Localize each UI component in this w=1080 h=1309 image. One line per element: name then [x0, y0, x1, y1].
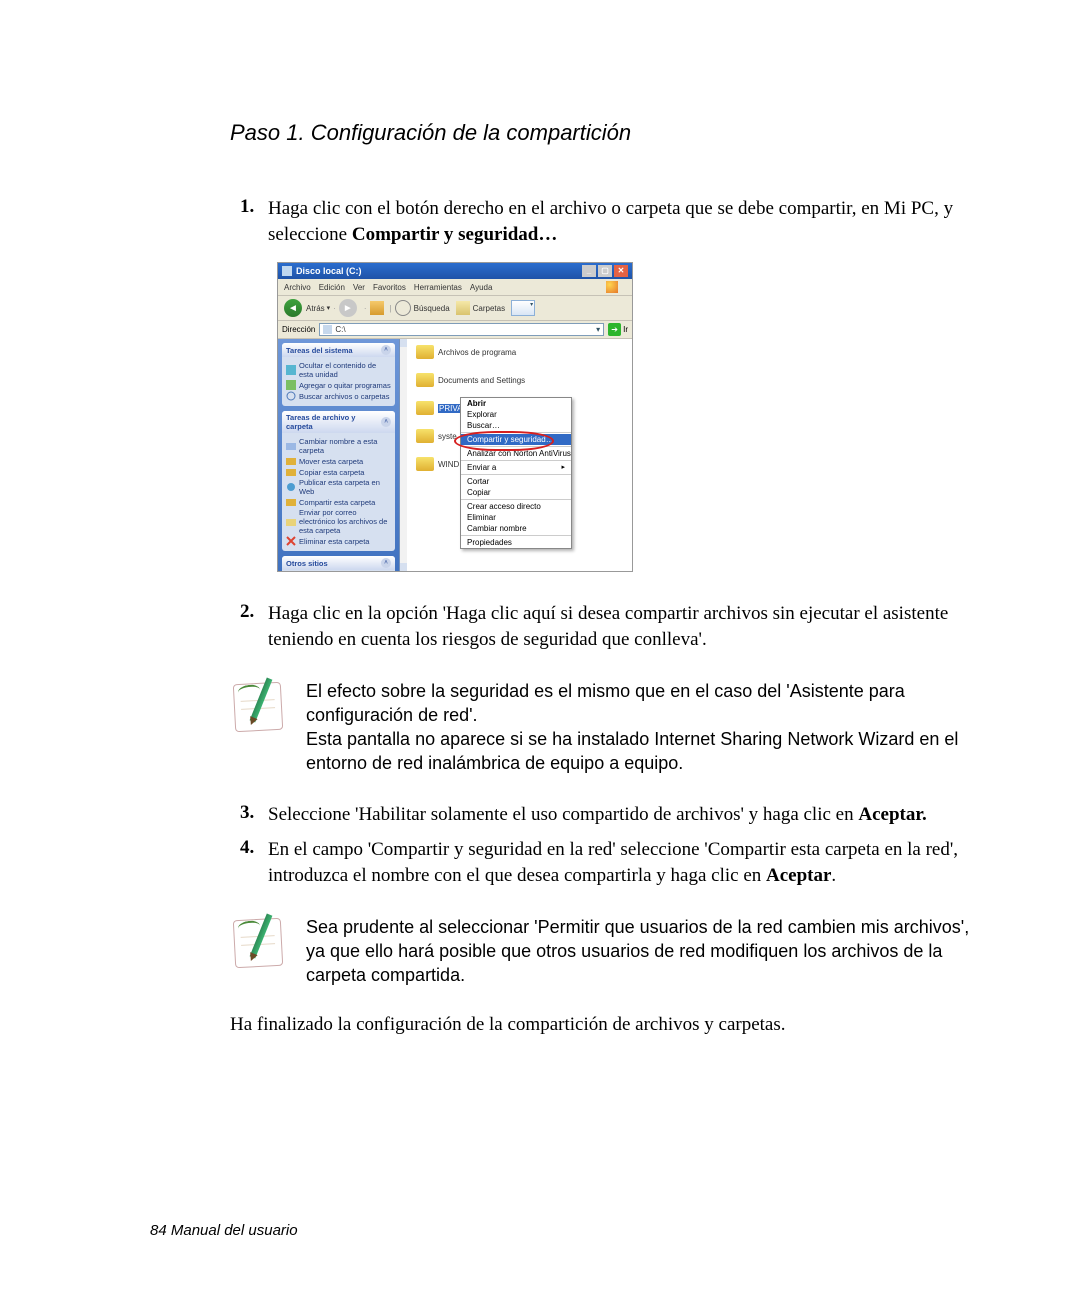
step-text: Haga clic con el botón derecho en el arc… — [268, 196, 970, 247]
note-paragraph: Sea prudente al seleccionar 'Permitir qu… — [306, 915, 970, 988]
collapse-icon[interactable]: ˄ — [381, 345, 391, 355]
red-highlight — [454, 431, 554, 451]
search-label: Búsqueda — [414, 304, 450, 313]
address-input[interactable]: C:\ ▾ — [319, 323, 604, 336]
titlebar: Disco local (C:) _ ▢ ✕ — [278, 263, 632, 279]
folder-icon — [416, 429, 434, 443]
step-number: 4. — [240, 837, 268, 888]
file-list-area: Archivos de programa Documents and Setti… — [400, 339, 632, 571]
panel-system-tasks[interactable]: Tareas del sistema˄ — [282, 343, 395, 357]
back-dropdown[interactable]: ▾ — [327, 304, 331, 312]
step-text: Seleccione 'Habilitar solamente el uso c… — [268, 802, 970, 828]
toolbar: ◄ Atrás ▾ · ► · | Búsqueda Carpetas — [278, 296, 632, 321]
back-button[interactable]: ◄ — [284, 299, 302, 317]
task-rename[interactable]: Cambiar nombre a esta carpeta — [286, 437, 391, 455]
menu-edicion[interactable]: Edición — [319, 283, 345, 292]
folders-icon[interactable] — [456, 301, 470, 315]
task-search-files[interactable]: Buscar archivos o carpetas — [286, 391, 391, 401]
tasks-sidebar: Tareas del sistema˄ Ocultar el contenido… — [278, 339, 400, 571]
folders-label: Carpetas — [473, 304, 505, 313]
panel-other-places[interactable]: Otros sitios˄ — [282, 556, 395, 570]
note-icon — [230, 915, 286, 971]
task-share[interactable]: Compartir esta carpeta — [286, 497, 391, 507]
menu-archivo[interactable]: Archivo — [284, 283, 311, 292]
collapse-icon[interactable]: ˄ — [381, 417, 391, 427]
task-copy[interactable]: Copiar esta carpeta — [286, 467, 391, 477]
window-title: Disco local (C:) — [296, 266, 362, 276]
ctx-cortar[interactable]: Cortar — [461, 476, 571, 487]
bold-text: Compartir y seguridad… — [352, 224, 557, 245]
ctx-abrir[interactable]: Abrir — [461, 398, 571, 409]
ctx-explorar[interactable]: Explorar — [461, 409, 571, 420]
step-text: En el campo 'Compartir y seguridad en la… — [268, 837, 970, 888]
step-4: 4. En el campo 'Compartir y seguridad en… — [240, 837, 970, 888]
go-label: Ir — [623, 325, 628, 334]
task-move[interactable]: Mover esta carpeta — [286, 456, 391, 466]
drive-icon — [323, 325, 332, 334]
forward-button[interactable]: ► — [339, 299, 357, 317]
folder-icon — [416, 373, 434, 387]
collapse-icon[interactable]: ˄ — [381, 558, 391, 568]
ctx-enviar-a[interactable]: Enviar a — [461, 462, 571, 473]
folder-item[interactable]: Documents and Settings — [416, 373, 525, 387]
menubar: Archivo Edición Ver Favoritos Herramient… — [278, 279, 632, 296]
ctx-propiedades[interactable]: Propiedades — [461, 537, 571, 548]
task-email[interactable]: Enviar por correo electrónico los archiv… — [286, 508, 391, 535]
folder-icon — [416, 345, 434, 359]
ctx-eliminar[interactable]: Eliminar — [461, 512, 571, 523]
ctx-crear-acceso[interactable]: Crear acceso directo — [461, 501, 571, 512]
closing-text: Ha finalizado la configuración de la com… — [230, 1014, 970, 1036]
step-text: Haga clic en la opción 'Haga clic aquí s… — [268, 601, 970, 652]
step-3: 3. Seleccione 'Habilitar solamente el us… — [240, 802, 970, 828]
step-number: 3. — [240, 802, 268, 828]
menu-ayuda[interactable]: Ayuda — [470, 283, 493, 292]
note-text: El efecto sobre la seguridad es el mismo… — [306, 679, 970, 776]
note-paragraph: Esta pantalla no aparece si se ha instal… — [306, 727, 970, 776]
minimize-button[interactable]: _ — [582, 265, 596, 277]
menu-favoritos[interactable]: Favoritos — [373, 283, 406, 292]
section-heading: Paso 1. Configuración de la compartición — [230, 120, 970, 146]
folder-item-selected[interactable]: PRIVA — [416, 401, 463, 415]
context-menu: Abrir Explorar Buscar… Compartir y segur… — [460, 397, 572, 549]
drive-icon — [282, 266, 292, 276]
scrollbar[interactable] — [400, 339, 407, 571]
task-add-remove[interactable]: Agregar o quitar programas — [286, 380, 391, 390]
note-block-1: El efecto sobre la seguridad es el mismo… — [230, 679, 970, 776]
go-button[interactable]: ➔ — [608, 323, 621, 336]
menu-ver[interactable]: Ver — [353, 283, 365, 292]
address-bar: Dirección C:\ ▾ ➔ Ir — [278, 321, 632, 339]
xp-logo-icon — [606, 281, 618, 293]
folder-item[interactable]: Archivos de programa — [416, 345, 516, 359]
step-number: 2. — [240, 601, 268, 652]
folder-item[interactable]: syste — [416, 429, 457, 443]
step-2: 2. Haga clic en la opción 'Haga clic aqu… — [240, 601, 970, 652]
folder-icon — [416, 457, 434, 471]
note-icon — [230, 679, 286, 735]
ctx-buscar[interactable]: Buscar… — [461, 420, 571, 431]
page-footer: 84 Manual del usuario — [150, 1222, 298, 1239]
address-value: C:\ — [335, 325, 345, 334]
search-icon[interactable] — [395, 300, 411, 316]
back-label: Atrás — [306, 304, 325, 313]
ctx-copiar[interactable]: Copiar — [461, 487, 571, 498]
up-button[interactable] — [370, 301, 384, 315]
task-publish[interactable]: Publicar esta carpeta en Web — [286, 478, 391, 496]
address-label: Dirección — [282, 325, 315, 334]
close-button[interactable]: ✕ — [614, 265, 628, 277]
menu-herramientas[interactable]: Herramientas — [414, 283, 462, 292]
note-text: Sea prudente al seleccionar 'Permitir qu… — [306, 915, 970, 988]
step-1: 1. Haga clic con el botón derecho en el … — [240, 196, 970, 247]
folder-item[interactable]: WIND — [416, 457, 459, 471]
panel-file-tasks[interactable]: Tareas de archivo y carpeta˄ — [282, 411, 395, 433]
task-delete[interactable]: Eliminar esta carpeta — [286, 536, 391, 546]
note-paragraph: El efecto sobre la seguridad es el mismo… — [306, 679, 970, 728]
step-number: 1. — [240, 196, 268, 247]
views-button[interactable] — [511, 300, 535, 316]
task-hide-contents[interactable]: Ocultar el contenido de esta unidad — [286, 361, 391, 379]
ctx-cambiar-nombre[interactable]: Cambiar nombre — [461, 523, 571, 534]
folder-icon — [416, 401, 434, 415]
note-block-2: Sea prudente al seleccionar 'Permitir qu… — [230, 915, 970, 988]
maximize-button[interactable]: ▢ — [598, 265, 612, 277]
screenshot-explorer: Disco local (C:) _ ▢ ✕ Archivo Edición V… — [278, 263, 632, 571]
